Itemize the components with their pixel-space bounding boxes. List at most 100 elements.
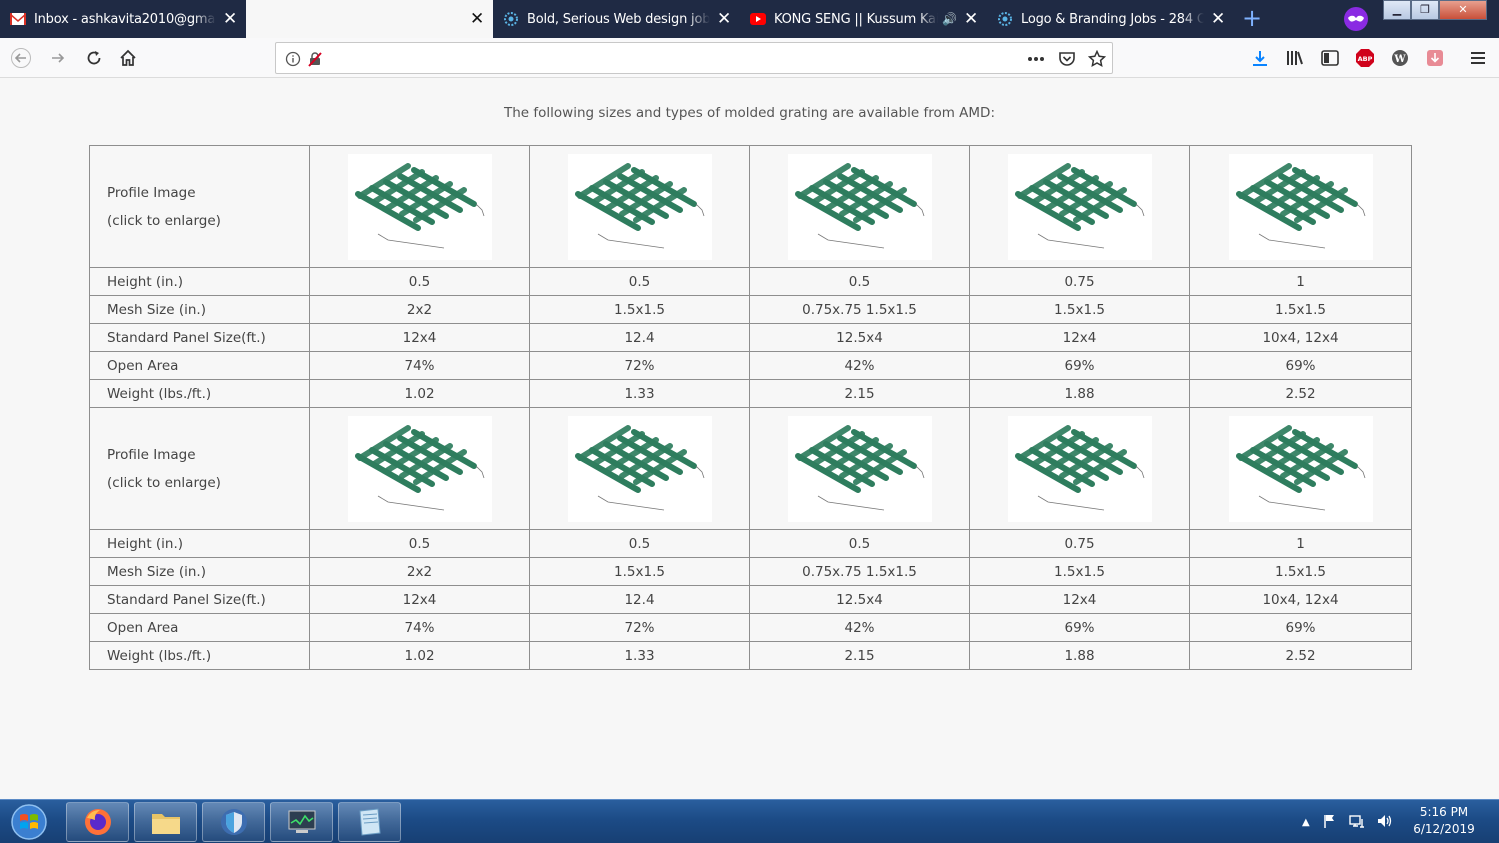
profile-image-label: Profile Image (click to enlarge) bbox=[89, 145, 310, 268]
volume-icon[interactable] bbox=[1376, 813, 1394, 832]
taskbar-file-explorer[interactable] bbox=[134, 802, 197, 842]
action-center-flag-icon[interactable] bbox=[1322, 813, 1338, 832]
table-cell: 1.5x1.5 bbox=[529, 295, 750, 324]
page-actions-icon[interactable] bbox=[1027, 50, 1045, 68]
maximize-icon[interactable]: ❐ bbox=[1411, 0, 1439, 20]
table-cell: 0.5 bbox=[529, 267, 750, 296]
row-label: Height (in.) bbox=[89, 267, 310, 296]
close-icon[interactable]: ✕ bbox=[963, 11, 979, 28]
table-cell: 69% bbox=[969, 351, 1190, 380]
tab-title: KONG SENG || Kussum Kaila bbox=[774, 11, 939, 27]
freelancer-icon bbox=[503, 11, 519, 27]
table-cell: 1.88 bbox=[969, 379, 1190, 408]
back-button[interactable] bbox=[6, 43, 36, 73]
table-cell: 10x4, 12x4 bbox=[1189, 585, 1412, 614]
profile-image-cell[interactable] bbox=[309, 407, 530, 530]
table-cell: 1.33 bbox=[529, 641, 750, 670]
profile-image-cell[interactable] bbox=[529, 407, 750, 530]
table-cell: 0.75 bbox=[969, 529, 1190, 558]
reload-button[interactable] bbox=[79, 43, 109, 73]
reload-icon bbox=[87, 51, 101, 65]
profile-image-label: Profile Image (click to enlarge) bbox=[89, 407, 310, 530]
svg-text:ABP: ABP bbox=[1358, 55, 1373, 63]
speaker-icon[interactable]: 🔊 bbox=[942, 12, 957, 26]
tab-freelancer-web-design[interactable]: Bold, Serious Web design job. Web ✕ bbox=[493, 2, 740, 36]
tab-title: Inbox - ashkavita2010@gmail.com bbox=[34, 11, 216, 27]
adblock-icon[interactable]: ABP bbox=[1354, 47, 1376, 69]
table-cell: 1.5x1.5 bbox=[529, 557, 750, 586]
profile-label-line: Profile Image bbox=[107, 446, 196, 463]
pocket-icon[interactable] bbox=[1058, 50, 1076, 68]
url-input[interactable] bbox=[328, 47, 1028, 69]
minimize-icon[interactable]: ▁ bbox=[1383, 0, 1411, 20]
clock-time: 5:16 PM bbox=[1419, 805, 1469, 819]
row-label: Standard Panel Size(ft.) bbox=[89, 323, 310, 352]
wordpress-icon[interactable]: W bbox=[1389, 47, 1411, 69]
profile-image-cell[interactable] bbox=[969, 145, 1190, 268]
table-cell: 12.4 bbox=[529, 585, 750, 614]
file-explorer-icon bbox=[151, 814, 180, 834]
row-label: Weight (lbs./ft.) bbox=[89, 379, 310, 408]
svg-text:W: W bbox=[1393, 54, 1406, 65]
private-mask-icon[interactable] bbox=[1342, 6, 1370, 32]
task-manager-icon bbox=[288, 810, 315, 833]
close-icon[interactable]: ✕ bbox=[1210, 11, 1226, 28]
table-cell: 0.75 bbox=[969, 267, 1190, 296]
table-row: Weight (lbs./ft.) 1.02 1.33 2.15 1.88 2.52 bbox=[89, 641, 1412, 670]
taskbar-task-manager[interactable] bbox=[270, 802, 333, 842]
grating-thumbnail-image bbox=[1228, 153, 1373, 260]
grating-thumbnail-image bbox=[1007, 415, 1152, 522]
profile-image-cell[interactable] bbox=[529, 145, 750, 268]
insecure-connection-icon[interactable] bbox=[306, 50, 324, 68]
library-icon[interactable] bbox=[1284, 47, 1306, 69]
table-row: Standard Panel Size(ft.) 12x4 12.4 12.5x4 12… bbox=[89, 323, 1412, 352]
start-button[interactable] bbox=[6, 802, 52, 842]
table-row: Mesh Size (in.) 2x2 1.5x1.5 0.75x.75 1.5x1.… bbox=[89, 295, 1412, 324]
windows-logo-icon bbox=[11, 804, 47, 840]
bookmark-star-icon[interactable] bbox=[1088, 50, 1106, 68]
profile-image-cell[interactable] bbox=[1189, 407, 1412, 530]
table-row: Mesh Size (in.) 2x2 1.5x1.5 0.75x.75 1.5x1.… bbox=[89, 557, 1412, 586]
grating-thumbnail-image bbox=[1007, 153, 1152, 260]
table-row: Height (in.) 0.5 0.5 0.5 0.75 1 bbox=[89, 267, 1412, 296]
profile-image-cell[interactable] bbox=[749, 407, 970, 530]
tab-logo-branding-jobs[interactable]: Logo & Branding Jobs - 284 Open ✕ bbox=[987, 2, 1234, 36]
taskbar-security[interactable] bbox=[202, 802, 265, 842]
site-info-icon[interactable] bbox=[284, 50, 302, 68]
sidebar-icon[interactable] bbox=[1319, 47, 1341, 69]
close-icon[interactable]: ✕ bbox=[469, 11, 485, 28]
table-cell: 1.5x1.5 bbox=[1189, 557, 1412, 586]
table-cell: 2.52 bbox=[1189, 641, 1412, 670]
window-controls: ▁ ❐ ✕ bbox=[1383, 0, 1487, 20]
home-button[interactable] bbox=[113, 43, 143, 73]
taskbar-clock[interactable]: 5:16 PM 6/12/2019 bbox=[1400, 804, 1488, 838]
tab-title: Logo & Branding Jobs - 284 Open bbox=[1021, 11, 1204, 27]
profile-image-cell[interactable] bbox=[1189, 145, 1412, 268]
tab-youtube-kong-seng[interactable]: KONG SENG || Kussum Kaila 🔊 ✕ bbox=[740, 2, 987, 36]
taskbar-notepad[interactable] bbox=[338, 802, 401, 842]
table-cell: 0.5 bbox=[309, 267, 530, 296]
row-label: Height (in.) bbox=[89, 529, 310, 558]
profile-image-cell[interactable] bbox=[309, 145, 530, 268]
grating-thumbnail-image bbox=[567, 415, 712, 522]
profile-image-cell[interactable] bbox=[969, 407, 1190, 530]
close-window-icon[interactable]: ✕ bbox=[1439, 0, 1487, 20]
profile-image-cell[interactable] bbox=[749, 145, 970, 268]
show-hidden-icons-icon[interactable]: ▲ bbox=[1302, 817, 1310, 828]
close-icon[interactable]: ✕ bbox=[222, 11, 238, 28]
tab-current-page[interactable]: ✕ bbox=[246, 0, 493, 38]
taskbar-firefox[interactable] bbox=[66, 802, 129, 842]
profile-label-line: Profile Image bbox=[107, 184, 196, 201]
system-tray: ▲ bbox=[1302, 800, 1394, 843]
forward-button[interactable] bbox=[43, 43, 73, 73]
address-bar[interactable] bbox=[275, 42, 1113, 74]
network-icon[interactable] bbox=[1348, 813, 1366, 832]
table-cell: 12x4 bbox=[309, 585, 530, 614]
tab-gmail-inbox[interactable]: Inbox - ashkavita2010@gmail.com ✕ bbox=[0, 2, 246, 36]
close-icon[interactable]: ✕ bbox=[716, 11, 732, 28]
download-icon[interactable] bbox=[1249, 47, 1271, 69]
extension-icon[interactable] bbox=[1424, 47, 1446, 69]
new-tab-button[interactable]: + bbox=[1238, 4, 1266, 32]
freelancer-icon bbox=[997, 11, 1013, 27]
menu-icon[interactable] bbox=[1467, 47, 1489, 69]
